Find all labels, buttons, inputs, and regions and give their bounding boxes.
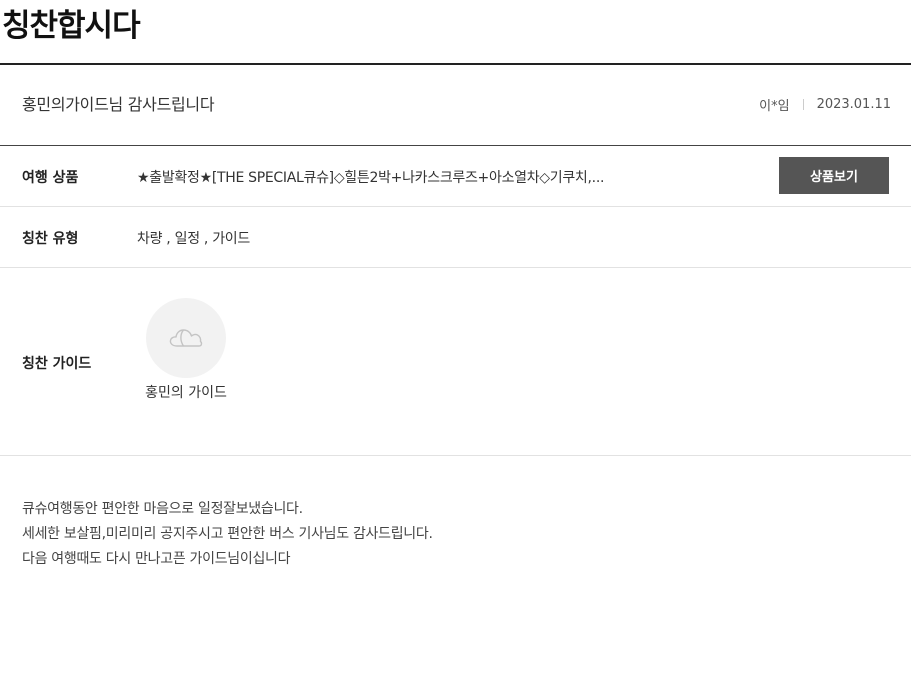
praise-type-value: 차량 , 일정 , 가이드 xyxy=(137,231,250,247)
cloud-placeholder-icon xyxy=(169,329,203,347)
guide-name[interactable]: 홍민의 가이드 xyxy=(140,382,232,404)
praise-type-label: 칭찬 유형 xyxy=(22,231,79,247)
post-header: 홍민의가이드님 감사드립니다 이*임 2023.01.11 xyxy=(0,65,911,146)
praise-guide-label: 칭찬 가이드 xyxy=(22,356,92,372)
praise-type-row: 칭찬 유형 차량 , 일정 , 가이드 xyxy=(0,207,911,268)
page-title: 칭찬합시다 xyxy=(2,8,141,44)
praise-guide-row: 칭찬 가이드 홍민의 가이드 xyxy=(0,268,911,456)
post-author: 이*임 xyxy=(759,99,790,114)
content-line: 다음 여행때도 다시 만나고픈 가이드님이십니다 xyxy=(22,551,291,567)
post-meta: 이*임 2023.01.11 xyxy=(759,95,891,114)
meta-separator xyxy=(802,99,804,110)
content-line: 세세한 보살핌,미리미리 공지주시고 편안한 버스 기사님도 감사드립니다. xyxy=(22,526,433,542)
guide-avatar xyxy=(146,298,226,378)
post-date: 2023.01.11 xyxy=(816,97,891,112)
product-label: 여행 상품 xyxy=(22,170,79,186)
post-content: 큐슈여행동안 편안한 마음으로 일정잘보냈습니다. 세세한 보살핌,미리미리 공… xyxy=(22,497,433,572)
view-product-button[interactable]: 상품보기 xyxy=(779,157,889,194)
product-row: 여행 상품 ★출발확정★[THE SPECIAL큐슈]◇힐튼2박+나카스크루즈+… xyxy=(0,146,911,207)
product-name: ★출발확정★[THE SPECIAL큐슈]◇힐튼2박+나카스크루즈+아소열차◇기… xyxy=(137,170,605,186)
post-subject: 홍민의가이드님 감사드립니다 xyxy=(22,95,215,114)
content-line: 큐슈여행동안 편안한 마음으로 일정잘보냈습니다. xyxy=(22,501,303,517)
